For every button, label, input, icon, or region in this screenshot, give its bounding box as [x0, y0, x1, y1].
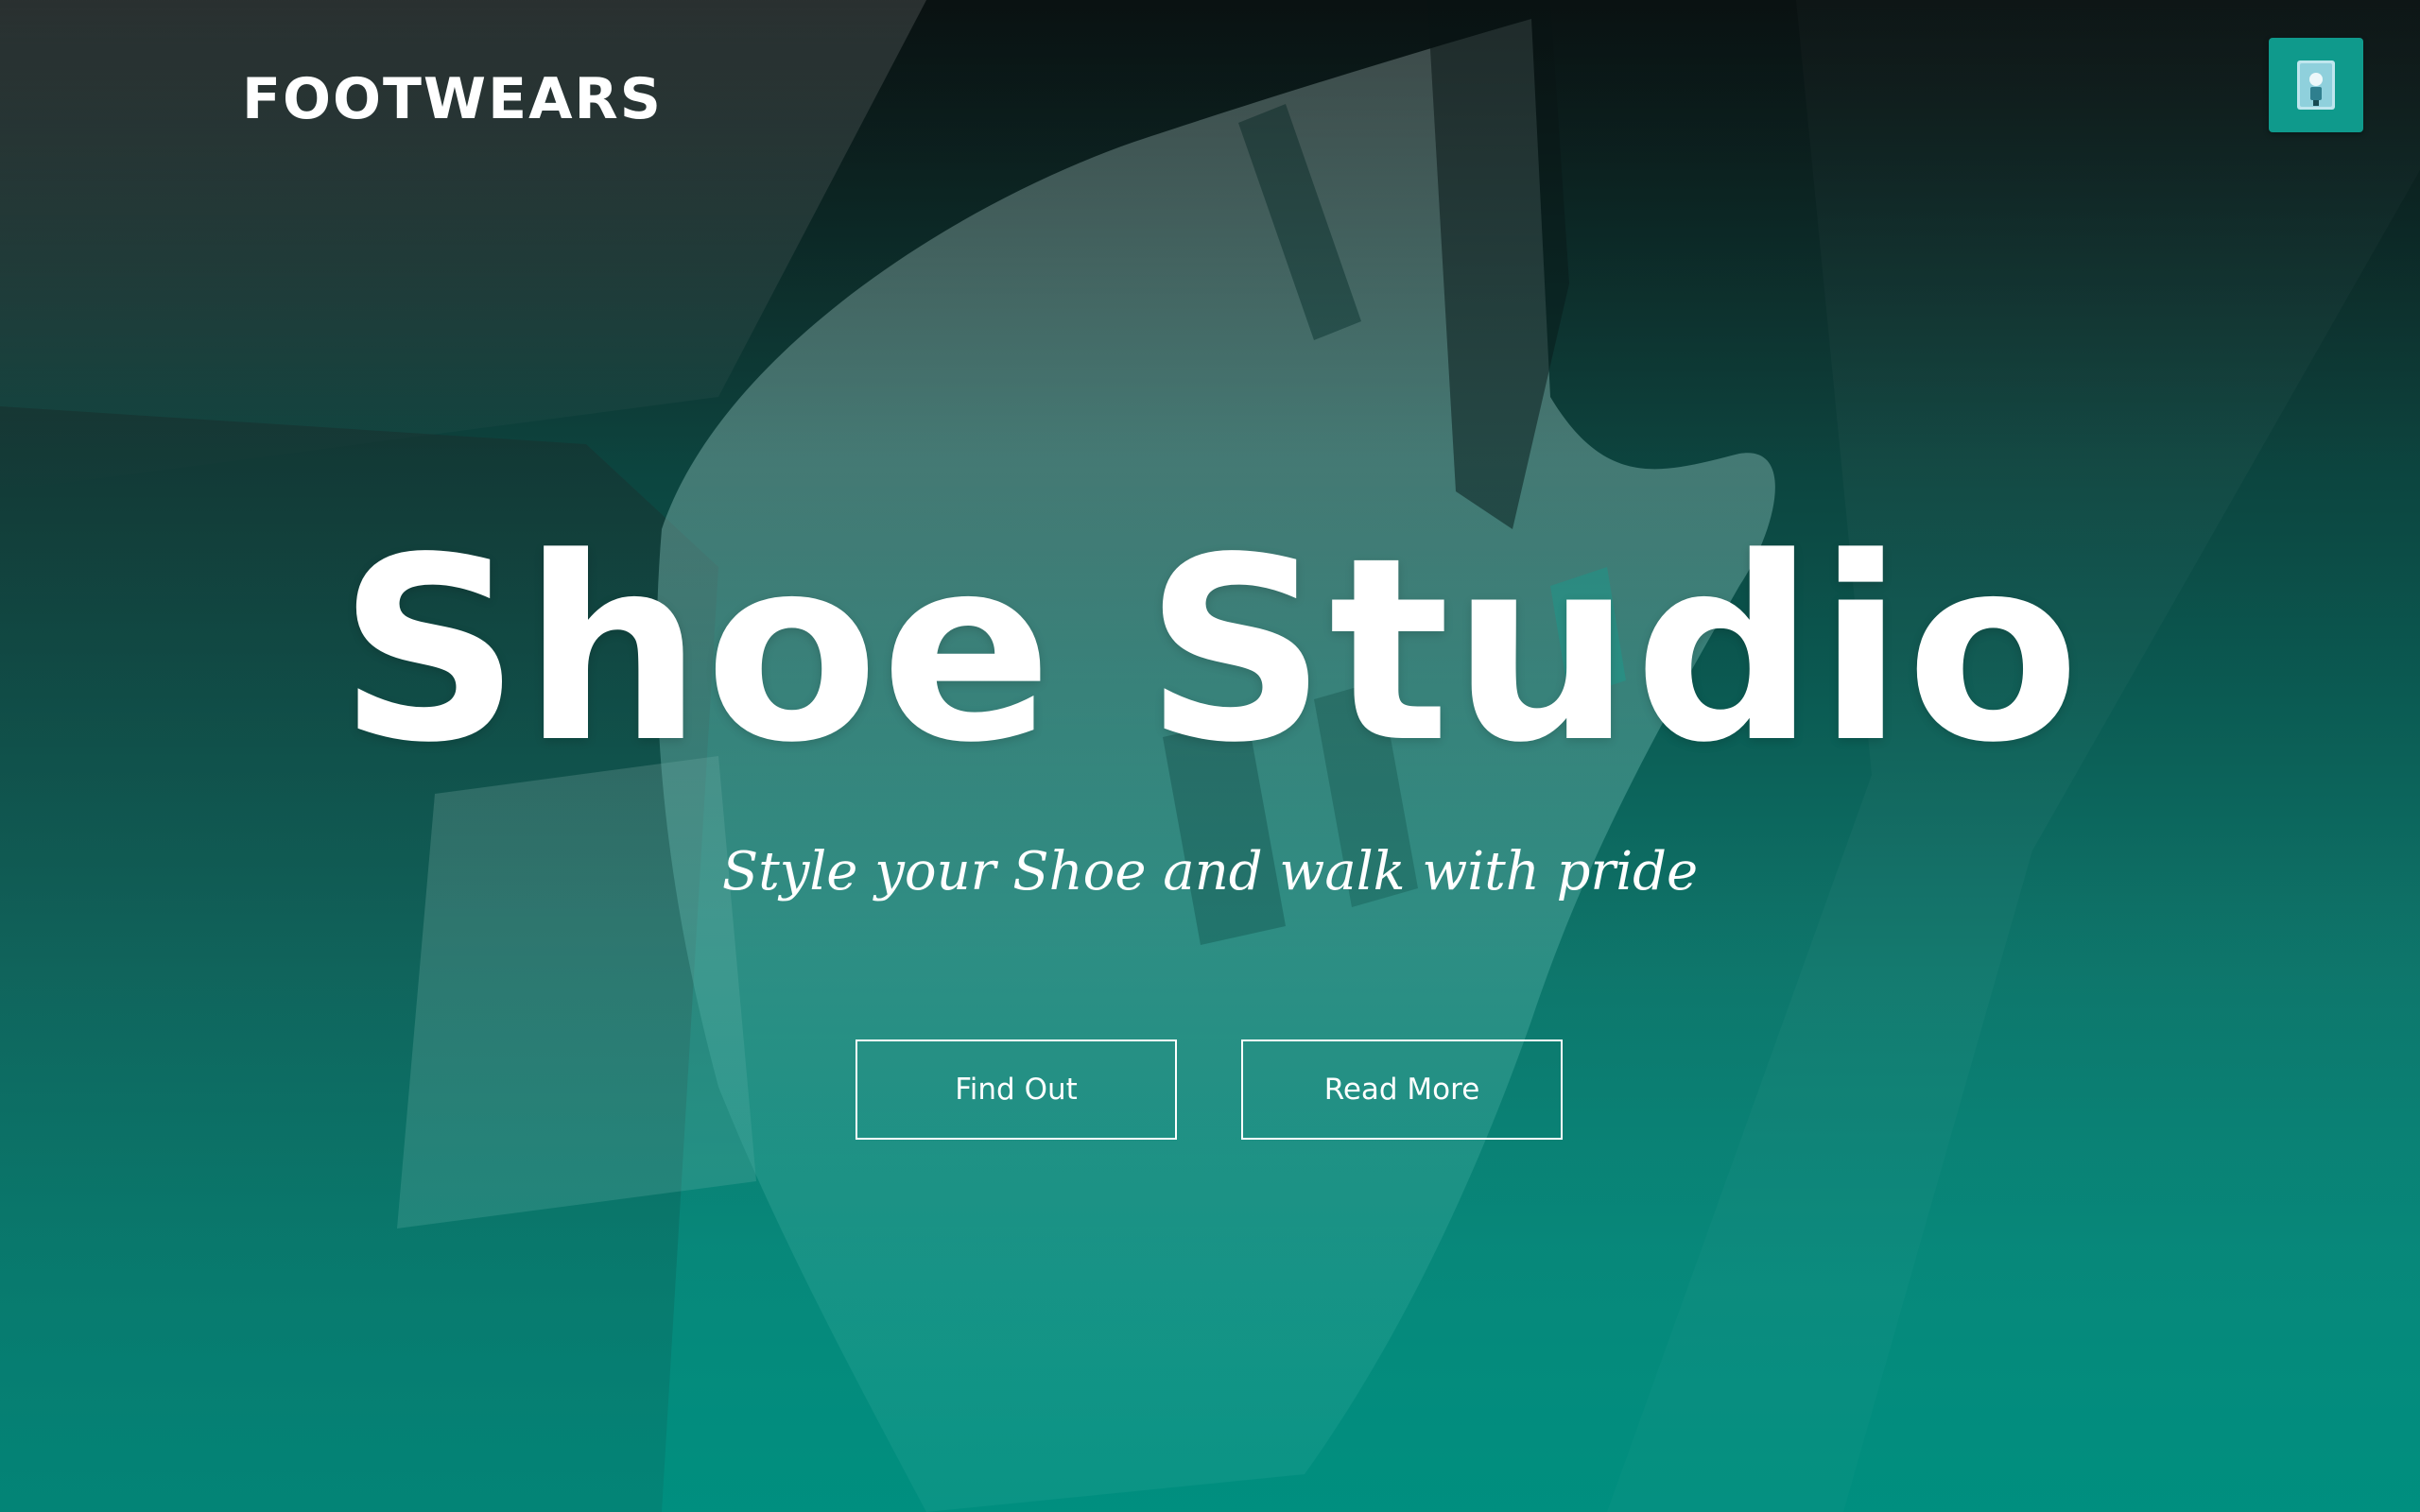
- read-more-button[interactable]: Read More: [1241, 1040, 1563, 1140]
- hero-tagline: Style your Shoe and walk with pride: [721, 841, 1699, 902]
- menu-thumbnail-icon: [2297, 60, 2335, 110]
- find-out-button[interactable]: Find Out: [856, 1040, 1177, 1140]
- menu-button[interactable]: [2269, 38, 2363, 132]
- brand-logo[interactable]: FOOTWEARS: [242, 66, 663, 132]
- hero-section: FOOTWEARS Shoe Studio Style your Shoe an…: [0, 0, 2420, 1512]
- hero-title: Shoe Studio: [337, 504, 2083, 799]
